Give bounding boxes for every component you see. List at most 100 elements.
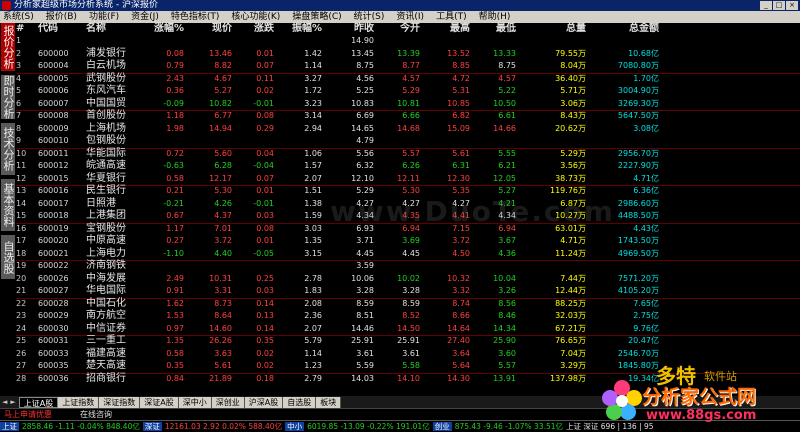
table-row[interactable]: 17 600020 中原高速 0.27 3.72 0.01 1.35 3.71 3.69 3.72… [16, 235, 800, 248]
menu-item-6[interactable]: 操盘策略(C) [292, 11, 341, 23]
stock-code: 600020 [38, 236, 69, 245]
menu-item-10[interactable]: 帮助(H) [479, 11, 511, 23]
table-row[interactable]: 18 600021 上海电力 -1.10 4.40 -0.05 3.15 4.45 4.45 4.… [16, 248, 800, 261]
column-header[interactable]: 涨跌 [236, 23, 274, 36]
sheet-tab-4[interactable]: 深中小 [178, 396, 212, 408]
index-label-3: 创业 [432, 422, 452, 431]
close-button[interactable]: × [786, 1, 798, 10]
sheet-tab-0[interactable]: 上证A股 [18, 396, 59, 408]
change-pct: 0.79 [166, 61, 184, 70]
stock-code: 600029 [38, 311, 69, 320]
side-tab-0[interactable]: 报价分析 [1, 23, 15, 71]
volume: 3.56万 [560, 161, 586, 170]
side-tab-4[interactable]: 自选股 [1, 235, 15, 279]
table-row[interactable]: 4 600005 武钢股份 2.43 4.67 0.11 3.27 4.56 4.57 4.72 4… [16, 73, 800, 86]
sheet-tab-3[interactable]: 深证A股 [140, 396, 179, 408]
open: 3.61 [402, 348, 420, 358]
prev-close: 3.61 [356, 348, 374, 358]
amount: 2956.70万 [617, 148, 659, 158]
menu-item-5[interactable]: 核心功能(K) [231, 11, 280, 23]
table-row[interactable]: 22 600028 中国石化 1.62 8.73 0.14 2.08 8.59 8.59 8.74… [16, 298, 800, 311]
row-index: 20 [16, 273, 27, 283]
table-row[interactable]: 8 600009 上海机场 1.98 14.94 0.29 2.94 14.65 14.68 15… [16, 123, 800, 136]
tab-nav-right-icon[interactable]: ► [10, 398, 15, 406]
index-values-3: 875.43 -9.46 -1.07% 33.51亿 [454, 422, 564, 431]
column-header[interactable]: 总量 [526, 23, 586, 36]
column-header[interactable]: 振幅% [278, 23, 322, 36]
menu-item-4[interactable]: 特色指标(T) [171, 11, 220, 23]
low [474, 260, 516, 273]
column-header[interactable]: 最高 [426, 23, 470, 36]
column-header[interactable]: 总金额 [591, 23, 659, 36]
sheet-tab-8[interactable]: 板块 [316, 396, 342, 408]
table-row[interactable]: 6 600007 中国国贸 -0.09 10.82 -0.01 3.23 10.83 10.81… [16, 98, 800, 111]
change: 0.07 [256, 173, 274, 183]
column-header[interactable]: 今开 [378, 23, 420, 36]
table-row[interactable]: 20 600026 中海发展 2.49 10.31 0.25 2.78 10.06 10.02 1… [16, 273, 800, 286]
stock-name: 日照港 [86, 197, 116, 209]
table-row[interactable]: 11 600012 皖通高速 -0.63 6.28 -0.04 1.57 6.32 6.26 6.… [16, 160, 800, 173]
table-row[interactable]: 7 600008 首创股份 1.18 6.77 0.08 3.14 6.69 6.66 6.82 6… [16, 110, 800, 123]
change-pct: 1.35 [166, 336, 184, 345]
table-row[interactable]: 9 600010 包钢股份 4.79 [16, 135, 800, 148]
stock-code: 600022 [38, 261, 69, 270]
column-header[interactable]: 最低 [474, 23, 516, 36]
price: 7.01 [214, 223, 232, 233]
table-row[interactable]: 21 600027 华电国际 0.91 3.31 0.03 1.83 3.28 3.28 3.32… [16, 285, 800, 298]
tab-nav-left-icon[interactable]: ◄ [2, 398, 7, 406]
price: 14.60 [209, 323, 232, 333]
change: 0.29 [256, 123, 274, 133]
side-tab-1[interactable]: 即时分析 [1, 75, 15, 119]
amplitude: 2.79 [304, 373, 322, 383]
column-header[interactable]: # [16, 23, 32, 36]
column-header[interactable]: 涨幅% [144, 23, 184, 36]
amount [591, 260, 659, 273]
side-tab-2[interactable]: 技术分析 [1, 123, 15, 175]
table-row[interactable]: 19 600022 济南钢铁 3.59 [16, 260, 800, 273]
change: 0.01 [256, 48, 274, 58]
table-row[interactable]: 10 600011 华能国际 0.72 5.60 0.04 1.06 5.56 5.57 5.61… [16, 148, 800, 161]
sheet-tab-6[interactable]: 沪深A股 [244, 396, 284, 408]
price: 3.31 [214, 286, 232, 295]
amplitude: 3.23 [304, 98, 322, 108]
menu-item-7[interactable]: 统计(S) [354, 11, 385, 23]
open: 5.58 [402, 361, 420, 370]
sheet-tab-2[interactable]: 深证指数 [99, 396, 141, 408]
minimize-button[interactable]: _ [760, 1, 772, 10]
menu-item-3[interactable]: 资金(J) [131, 11, 159, 23]
column-header[interactable]: 昨收 [326, 23, 374, 36]
menu-item-8[interactable]: 资讯(I) [396, 11, 424, 23]
table-row[interactable]: 25 600031 三一重工 1.35 26.26 0.35 5.79 25.91 25.91 2… [16, 335, 800, 348]
prev-close: 14.90 [351, 36, 374, 45]
column-header[interactable]: 代码 [38, 23, 90, 36]
amplitude: 1.83 [304, 286, 322, 295]
menu-item-0[interactable]: 系统(S) [3, 11, 34, 23]
menu-item-1[interactable]: 报价(B) [46, 11, 77, 23]
table-row[interactable]: 1 14.90 [16, 35, 800, 48]
stock-code: 600026 [38, 273, 69, 283]
column-header[interactable]: 名称 [86, 23, 144, 36]
change: 0.07 [256, 61, 274, 70]
high: 4.50 [452, 248, 470, 258]
amplitude: 1.59 [304, 211, 322, 220]
side-tab-3[interactable]: 基本资料 [1, 179, 15, 231]
sheet-tab-5[interactable]: 深创业 [211, 396, 245, 408]
table-row[interactable]: 12 600015 华夏银行 0.58 12.17 0.07 2.07 12.10 12.11 1… [16, 173, 800, 186]
row-index: 28 [16, 373, 27, 383]
table-row[interactable]: 24 600030 中信证券 0.97 14.60 0.14 2.07 14.46 14.50 1… [16, 323, 800, 336]
menu-item-2[interactable]: 功能(F) [89, 11, 119, 23]
stock-code: 600016 [38, 186, 69, 195]
brand-88gs: 分析家公式网 [642, 386, 757, 408]
table-row[interactable]: 2 600000 浦发银行 0.08 13.46 0.01 1.42 13.45 13.39 13… [16, 48, 800, 61]
sheet-tab-7[interactable]: 自选股 [283, 396, 317, 408]
table-row[interactable]: 3 600004 白云机场 0.79 8.82 0.07 1.14 8.75 8.77 8.85 8… [16, 60, 800, 73]
column-header[interactable]: 现价 [188, 23, 232, 36]
table-row[interactable]: 23 600029 南方航空 1.53 8.64 0.13 2.36 8.51 8.52 8.66… [16, 310, 800, 323]
table-row[interactable]: 5 600006 东风汽车 0.36 5.27 0.02 1.72 5.25 5.29 5.31 5… [16, 85, 800, 98]
index-label-0: 上证 [0, 422, 19, 431]
maximize-button[interactable]: □ [773, 1, 785, 10]
amplitude: 3.03 [304, 223, 322, 233]
sheet-tab-1[interactable]: 上证指数 [58, 396, 100, 408]
window-title: 分析家超级市场分析系统 - 沪深报价 [14, 0, 158, 10]
menu-item-9[interactable]: 工具(T) [436, 11, 467, 23]
